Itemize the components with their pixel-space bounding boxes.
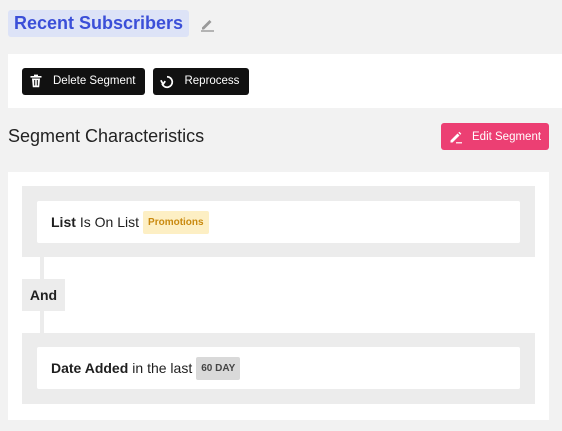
segment-toolbar: Delete Segment Reprocess: [8, 54, 562, 108]
condition-operator: Is On List: [79, 214, 140, 230]
condition-value-badge: Promotions: [143, 210, 209, 234]
segment-header: Recent Subscribers: [8, 10, 216, 37]
edit-segment-label: Edit Segment: [472, 130, 542, 143]
condition-field: List: [51, 214, 76, 230]
reprocess-label: Reprocess: [184, 75, 240, 87]
pencil-icon: [449, 130, 463, 144]
condition-field: Date Added: [51, 360, 129, 376]
pencil-icon[interactable]: [198, 15, 216, 33]
edit-segment-button[interactable]: Edit Segment: [441, 123, 549, 150]
trash-icon: [29, 74, 43, 88]
characteristics-card: List Is On List Promotions And Date Adde…: [8, 172, 549, 420]
characteristics-heading: Segment Characteristics: [8, 126, 205, 146]
segment-title: Recent Subscribers: [8, 10, 190, 37]
condition-value-badge: 60 DAY: [196, 356, 241, 380]
condition-group: List Is On List Promotions: [22, 186, 535, 257]
delete-segment-label: Delete Segment: [53, 75, 136, 87]
delete-segment-button[interactable]: Delete Segment: [22, 67, 146, 95]
condition-row[interactable]: Date Added in the last 60 DAY: [37, 347, 520, 389]
and-joiner: And: [22, 279, 65, 311]
condition-operator: in the last: [132, 360, 193, 376]
reprocess-button[interactable]: Reprocess: [153, 67, 250, 95]
refresh-icon: [160, 74, 174, 89]
condition-group: Date Added in the last 60 DAY: [22, 333, 535, 404]
condition-row[interactable]: List Is On List Promotions: [37, 201, 520, 243]
